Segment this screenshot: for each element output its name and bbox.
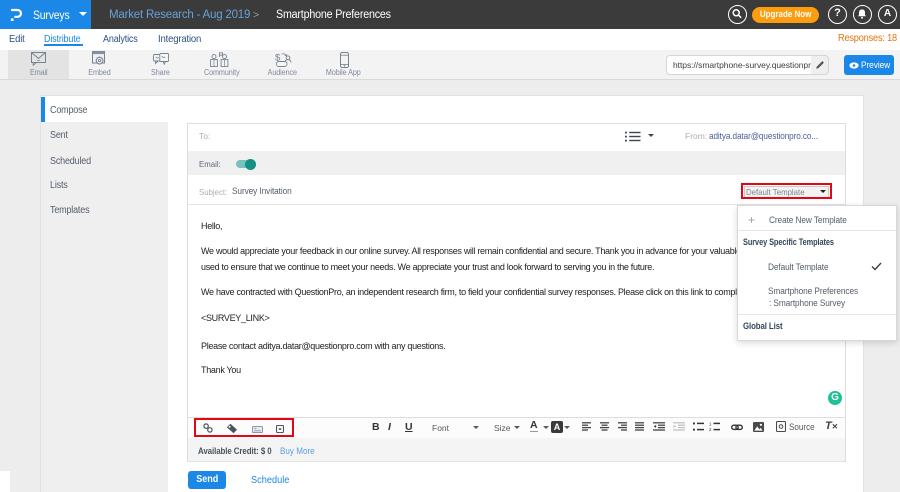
svg-text:2: 2	[709, 427, 712, 431]
svg-text:1: 1	[709, 422, 712, 426]
